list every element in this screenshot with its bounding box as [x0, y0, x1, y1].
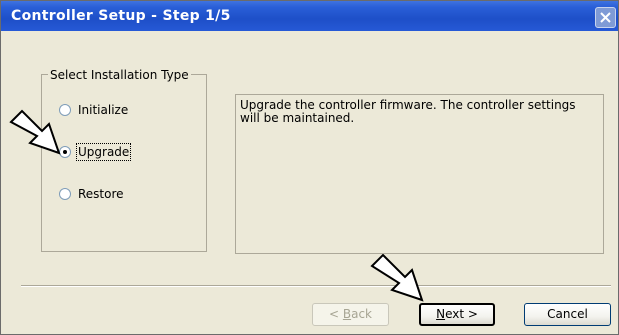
next-button-label: Next > — [436, 307, 478, 321]
controller-setup-dialog: Controller Setup - Step 1/5 Select Insta… — [0, 0, 619, 335]
next-button[interactable]: Next > — [419, 303, 495, 326]
installation-type-group — [41, 74, 207, 252]
description-panel: Upgrade the controller firmware. The con… — [235, 94, 604, 254]
pointer-arrow-icon — [9, 109, 61, 155]
description-text: Upgrade the controller firmware. The con… — [240, 98, 576, 125]
radio-initialize-label: Initialize — [78, 103, 129, 117]
cancel-button-label: Cancel — [547, 307, 588, 321]
back-button[interactable]: < Back — [312, 303, 389, 326]
window-title: Controller Setup - Step 1/5 — [11, 8, 231, 24]
mnemonic-letter: B — [342, 307, 352, 321]
radio-restore[interactable]: Restore — [59, 186, 124, 202]
button-separator — [21, 285, 611, 287]
title-bar[interactable]: Controller Setup - Step 1/5 — [1, 1, 618, 31]
radio-upgrade-label: Upgrade — [75, 143, 132, 161]
cancel-button[interactable]: Cancel — [524, 303, 611, 326]
pointer-arrow-icon — [370, 254, 424, 302]
radio-restore-label: Restore — [78, 187, 124, 201]
radio-initialize[interactable]: Initialize — [59, 102, 128, 118]
close-icon — [600, 12, 611, 23]
back-button-label: < Back — [328, 307, 372, 321]
radio-upgrade[interactable]: Upgrade — [59, 143, 132, 161]
radio-restore-circle[interactable] — [59, 188, 71, 200]
mnemonic-letter: N — [436, 307, 446, 321]
installation-type-legend: Select Installation Type — [48, 68, 191, 82]
close-button[interactable] — [595, 7, 616, 28]
